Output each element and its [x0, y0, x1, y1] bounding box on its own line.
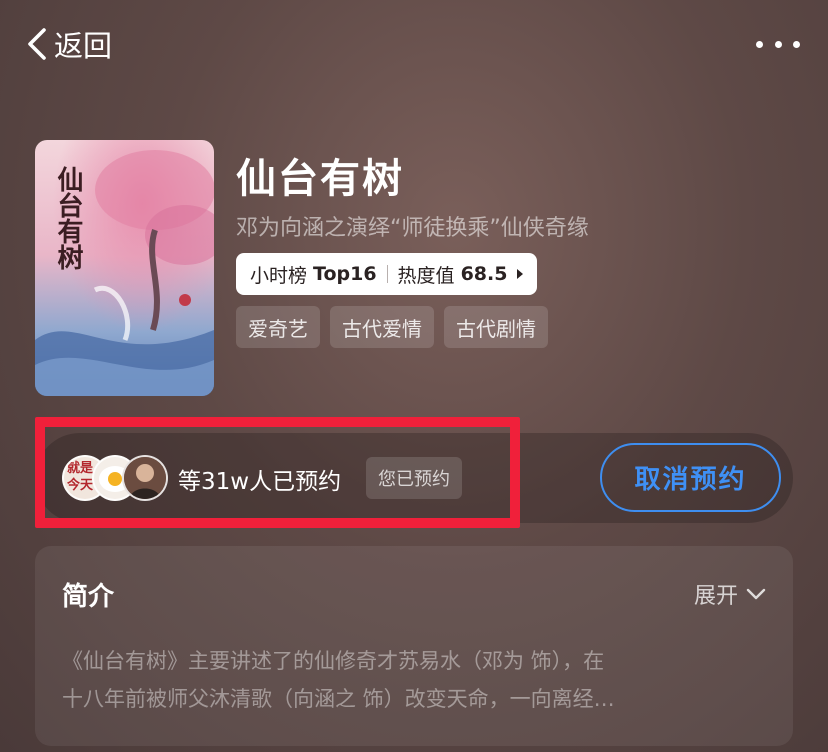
tag-genre-drama[interactable]: 古代剧情: [444, 306, 548, 348]
cancel-reservation-button[interactable]: 取消预约: [600, 443, 781, 512]
intro-line: 十八年前被师父沐清歌（向涵之 饰）改变天命，一向离经…: [62, 687, 615, 711]
highlight-box: [35, 417, 520, 528]
tag-platform[interactable]: 爱奇艺: [236, 306, 320, 348]
show-subtitle: 邓为向涵之演绎“师徒换乘”仙侠奇缘: [236, 216, 589, 241]
show-title: 仙台有树: [236, 156, 404, 202]
chevron-left-icon: [28, 28, 46, 60]
tag-genre-romance[interactable]: 古代爱情: [330, 306, 434, 348]
rank-pill[interactable]: 小时榜 Top16 热度值 68.5: [236, 253, 538, 295]
back-label: 返回: [54, 29, 113, 63]
more-horizontal-icon: [756, 40, 763, 48]
heat-value: 68.5: [460, 263, 508, 285]
chevron-down-icon: [746, 588, 766, 600]
poster-calligraphy: 仙台有树: [53, 166, 83, 270]
rank-value: Top16: [313, 263, 377, 285]
intro-line: 《仙台有树》主要讲述了的仙修奇才苏易水（邓为 饰），在: [62, 649, 605, 673]
heat-label: 热度值: [397, 264, 455, 287]
intro-title: 简介: [62, 582, 115, 612]
more-button[interactable]: [756, 36, 800, 52]
poster-image[interactable]: 仙台有树: [35, 140, 214, 396]
back-button[interactable]: 返回: [24, 24, 112, 64]
pill-divider: [386, 265, 388, 283]
expand-button[interactable]: 展开: [694, 578, 766, 610]
rank-label: 小时榜: [250, 264, 308, 287]
intro-description: 《仙台有树》主要讲述了的仙修奇才苏易水（邓为 饰），在 十八年前被师父沐清歌（向…: [62, 642, 752, 718]
caret-right-icon: [517, 269, 524, 279]
expand-label: 展开: [693, 584, 738, 609]
top-bar: 返回: [0, 0, 828, 88]
tag-list: 爱奇艺 古代爱情 古代剧情: [236, 306, 548, 348]
